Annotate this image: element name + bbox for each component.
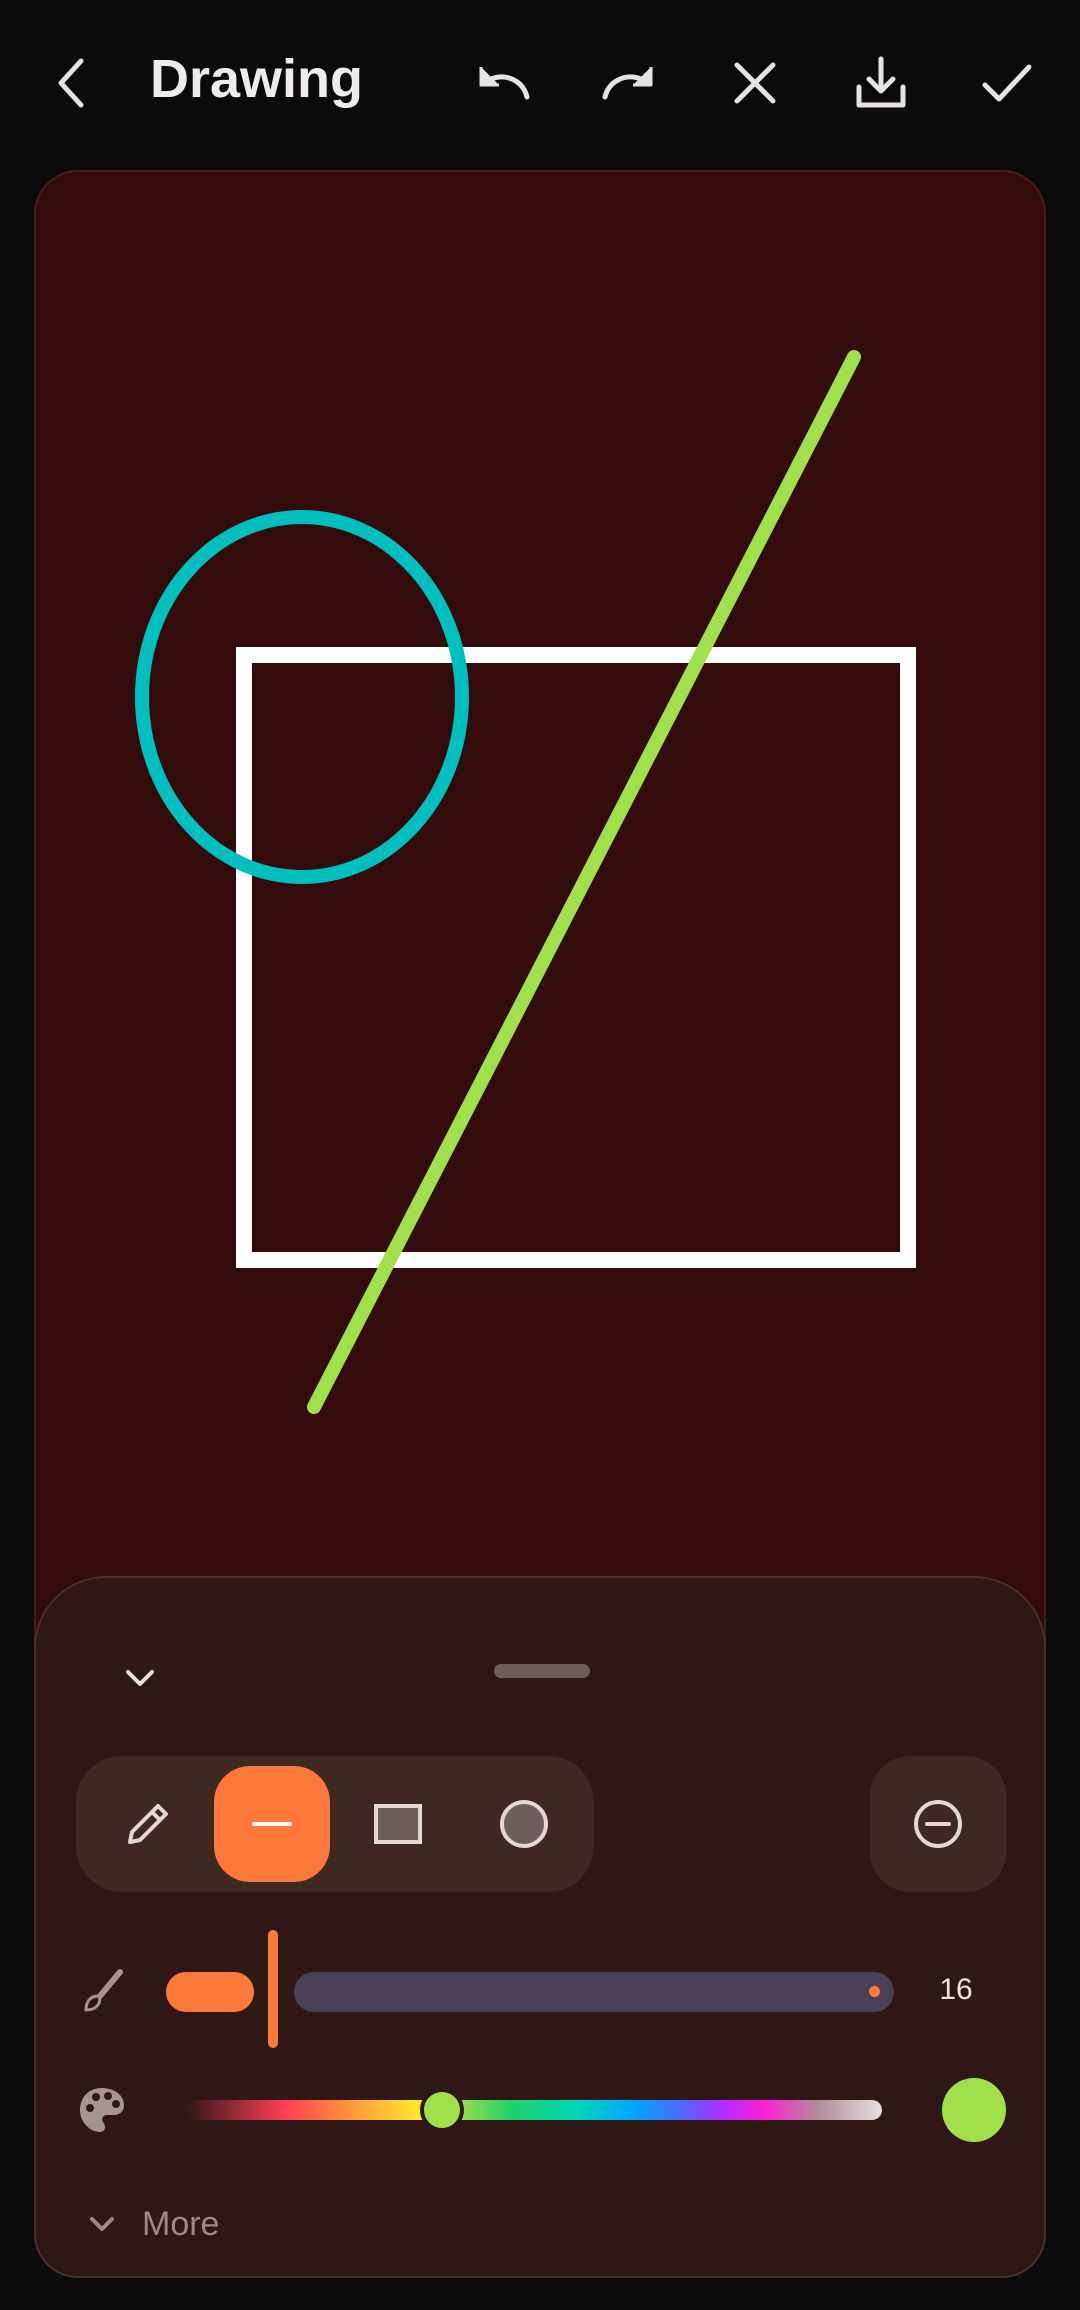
brush-icon <box>72 1962 132 2022</box>
close-icon <box>734 62 776 104</box>
line-icon <box>252 1822 292 1826</box>
drag-handle[interactable] <box>494 1664 590 1678</box>
back-button[interactable] <box>28 38 118 128</box>
undo-button[interactable] <box>458 38 548 128</box>
eraser-icon <box>914 1800 962 1848</box>
hue-slider-thumb[interactable] <box>420 2088 464 2132</box>
chevron-down-icon <box>90 2217 114 2231</box>
download-button[interactable] <box>836 38 926 128</box>
clear-button[interactable] <box>710 38 800 128</box>
tool-circle[interactable] <box>466 1766 582 1882</box>
brush-size-value: 16 <box>939 1973 973 2006</box>
tool-line[interactable] <box>214 1766 330 1882</box>
shape-tool-group <box>76 1756 594 1892</box>
brush-size-track <box>294 1972 894 2012</box>
top-bar: Drawing <box>0 0 1080 166</box>
eraser-button[interactable] <box>870 1756 1006 1892</box>
track-end-dot <box>869 1986 880 1997</box>
tool-rectangle[interactable] <box>340 1766 456 1882</box>
line-shape <box>307 350 861 1414</box>
palette-icon <box>72 2080 132 2140</box>
brush-size-thumb[interactable] <box>268 1930 278 2048</box>
confirm-button[interactable] <box>962 38 1052 128</box>
redo-icon <box>602 67 653 100</box>
hue-slider[interactable] <box>186 2100 882 2120</box>
rectangle-icon <box>374 1804 422 1844</box>
back-arrow-icon <box>58 58 84 108</box>
ellipse-shape <box>135 510 469 884</box>
download-icon <box>856 56 906 108</box>
more-label: More <box>142 2204 220 2243</box>
selected-color-swatch[interactable] <box>942 2078 1006 2142</box>
collapse-panel-button[interactable] <box>100 1638 180 1718</box>
undo-icon <box>479 67 530 100</box>
rectangle-shape <box>236 647 916 1268</box>
pencil-icon <box>128 1804 168 1844</box>
circle-icon <box>500 1800 548 1848</box>
brush-size-fill <box>166 1972 254 2012</box>
brush-size-slider[interactable] <box>166 1930 896 2050</box>
more-options-button[interactable]: More <box>82 2194 219 2254</box>
check-icon <box>982 64 1032 102</box>
redo-button[interactable] <box>584 38 674 128</box>
tools-panel: 16 More <box>34 1576 1046 2278</box>
page-title: Drawing <box>150 49 364 109</box>
chevron-down-icon <box>126 1670 154 1686</box>
tool-pencil[interactable] <box>90 1766 206 1882</box>
